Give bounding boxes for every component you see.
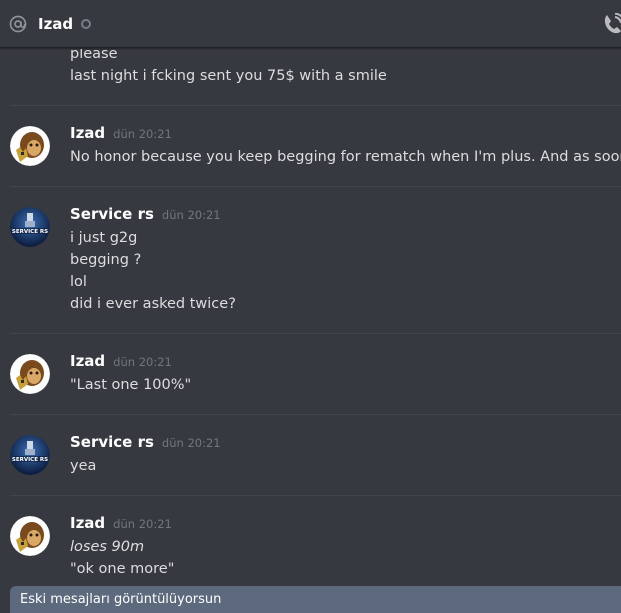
bape-ape-avatar-icon xyxy=(10,516,50,556)
old-messages-label: Eski mesajları görüntülüyorsun xyxy=(20,592,222,607)
message-line: "Last one 100%" xyxy=(70,377,192,393)
message-line: please xyxy=(70,49,118,62)
user-avatar[interactable]: SERVICE RS xyxy=(10,435,50,475)
author-name[interactable]: Service rs xyxy=(70,433,154,451)
message-line: loses 90m xyxy=(70,539,145,555)
bape-ape-avatar-icon xyxy=(10,126,50,166)
message-timestamp: dün 20:21 xyxy=(113,355,172,369)
user-avatar[interactable] xyxy=(10,354,50,394)
message-header: Service rs dün 20:21 xyxy=(70,205,221,223)
service-rs-avatar-icon: SERVICE RS xyxy=(10,435,50,475)
message-line: i just g2g xyxy=(70,230,138,246)
at-sign-icon xyxy=(9,15,27,32)
message-header: Izad dün 20:21 xyxy=(70,352,172,370)
service-rs-avatar-icon: SERVICE RS xyxy=(10,207,50,247)
user-avatar[interactable]: SERVICE RS xyxy=(10,207,50,247)
message-timestamp: dün 20:21 xyxy=(113,517,172,531)
user-avatar[interactable] xyxy=(10,126,50,166)
message-line: No honor because you keep begging for re… xyxy=(70,149,621,165)
author-name[interactable]: Izad xyxy=(70,124,105,142)
message-line: last night i fcking sent you 75$ with a … xyxy=(70,68,387,84)
message-line: yea xyxy=(70,458,97,474)
message-line: "ok one more" xyxy=(70,561,175,577)
channel-title: Izad xyxy=(38,14,74,33)
message-header: Izad dün 20:21 xyxy=(70,514,172,532)
chat-header: Izad xyxy=(0,0,621,48)
message-line: did i ever asked twice? xyxy=(70,296,236,312)
avatar-text: SERVICE RS xyxy=(12,457,48,463)
avatar-text: SERVICE RS xyxy=(12,229,48,235)
message-timestamp: dün 20:21 xyxy=(161,208,221,222)
message-header: Service rs dün 20:21 xyxy=(70,433,221,451)
message-divider xyxy=(10,333,621,334)
message-divider xyxy=(10,105,621,106)
author-name[interactable]: Izad xyxy=(70,352,105,370)
voice-call-icon[interactable] xyxy=(601,13,621,35)
status-indicator xyxy=(81,18,92,29)
author-name[interactable]: Izad xyxy=(70,514,105,532)
author-name[interactable]: Service rs xyxy=(70,205,154,223)
message-line: begging ? xyxy=(70,252,142,268)
message-divider xyxy=(10,495,621,496)
message-divider xyxy=(10,186,621,187)
bape-ape-avatar-icon xyxy=(10,354,50,394)
user-avatar[interactable] xyxy=(10,516,50,556)
message-list[interactable]: please last night i fcking sent you 75$ … xyxy=(0,49,621,589)
viewing-older-messages-bar[interactable]: Eski mesajları görüntülüyorsun xyxy=(10,586,621,613)
message-divider xyxy=(10,414,621,415)
message-timestamp: dün 20:21 xyxy=(161,436,221,450)
message-timestamp: dün 20:21 xyxy=(113,127,172,141)
message-line: lol xyxy=(70,274,87,290)
message-header: Izad dün 20:21 xyxy=(70,124,172,142)
